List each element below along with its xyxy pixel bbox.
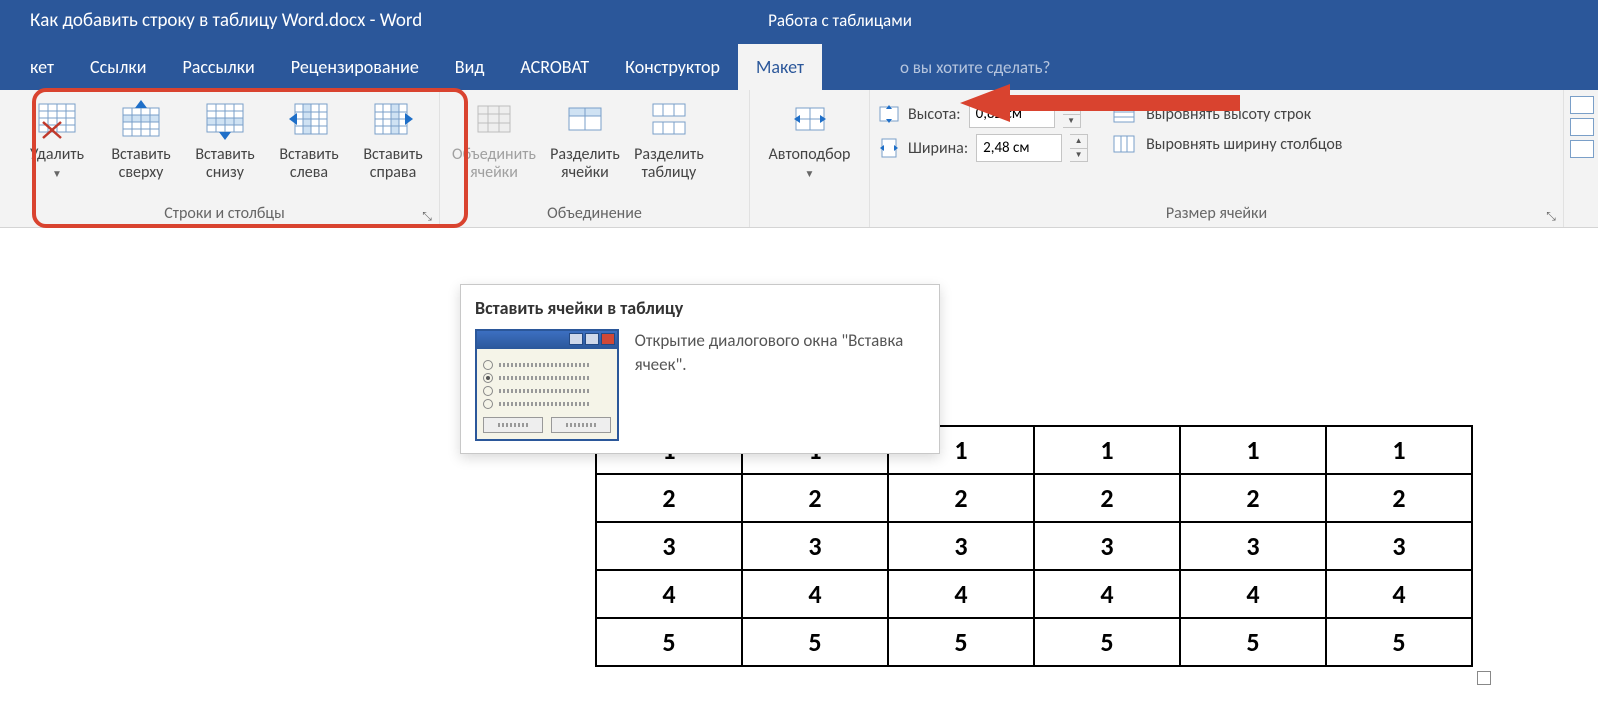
tab-view[interactable]: Вид — [437, 44, 503, 90]
tab-table-design[interactable]: Конструктор — [607, 44, 738, 90]
split-cells-button[interactable]: Разделить ячейки — [546, 96, 624, 186]
dialog-preview-icon — [475, 329, 619, 441]
contextual-tab-title: Работа с таблицами — [740, 0, 940, 40]
table-resize-handle[interactable] — [1477, 671, 1491, 685]
tab-unknown[interactable]: кет — [30, 44, 72, 90]
split-table-button[interactable]: Разделить таблицу — [630, 96, 708, 186]
alignment-mini-group — [1564, 90, 1598, 227]
autofit-icon — [788, 98, 832, 142]
merge-cells-button: Объединить ячейки — [448, 96, 540, 186]
tab-acrobat[interactable]: ACROBAT — [502, 44, 607, 90]
height-label: Высота: — [908, 105, 961, 124]
autofit-button[interactable]: Автоподбор▼ — [760, 96, 860, 186]
table-row: 333333 — [596, 522, 1472, 570]
window-title: Как добавить строку в таблицу Word.docx … — [30, 9, 422, 32]
table-row: 222222 — [596, 474, 1472, 522]
column-width-icon — [878, 137, 900, 159]
width-spinner[interactable]: ▲▼ — [1070, 134, 1088, 162]
tooltip-insert-cells: Вставить ячейки в таблицу Открытие диало… — [460, 284, 940, 454]
group-merge: Объединить ячейки Разделить ячейки — [440, 90, 750, 227]
cell-size-dialog-launcher[interactable]: ⤡ — [1543, 209, 1559, 225]
split-cells-icon — [563, 98, 607, 142]
rows-columns-dialog-launcher[interactable]: ⤡ — [419, 209, 435, 225]
insert-right-button[interactable]: Вставить справа — [354, 96, 432, 186]
width-label: Ширина: — [908, 139, 968, 158]
row-height-icon — [878, 103, 900, 125]
table-row: 555555 — [596, 618, 1472, 666]
group-label-cell-size: Размер ячейки ⤡ — [870, 202, 1563, 227]
insert-row-below-icon — [203, 98, 247, 142]
annotation-arrow — [960, 78, 1240, 128]
insert-column-right-icon — [371, 98, 415, 142]
split-table-icon — [647, 98, 691, 142]
align-top-row[interactable] — [1570, 96, 1594, 114]
tooltip-description: Открытие диалогового окна "Вставка ячеек… — [635, 329, 925, 377]
insert-above-button[interactable]: Вставить сверху — [102, 96, 180, 186]
align-middle-row[interactable] — [1570, 118, 1594, 136]
group-label-rows-columns: Строки и столбцы ⤡ — [10, 202, 439, 227]
tab-references[interactable]: Ссылки — [72, 44, 164, 90]
group-rows-columns: Удалить▼ Вставить сверху — [0, 90, 440, 227]
insert-left-button[interactable]: Вставить слева — [270, 96, 348, 186]
table-row: 444444 — [596, 570, 1472, 618]
document-table-wrap: 111111 222222 333333 444444 555555 — [595, 425, 1473, 667]
document-table[interactable]: 111111 222222 333333 444444 555555 — [595, 425, 1473, 667]
tab-review[interactable]: Рецензирование — [273, 44, 437, 90]
ribbon-tabs: кет Ссылки Рассылки Рецензирование Вид A… — [0, 40, 1598, 90]
distribute-columns-icon — [1112, 134, 1136, 154]
merge-cells-icon — [472, 98, 516, 142]
group-autofit-wrap: Автоподбор▼ — [750, 90, 870, 227]
delete-table-icon — [35, 98, 79, 142]
insert-row-above-icon — [119, 98, 163, 142]
insert-column-left-icon — [287, 98, 331, 142]
tooltip-title: Вставить ячейки в таблицу — [475, 297, 925, 319]
tab-table-layout[interactable]: Макет — [738, 44, 822, 90]
insert-below-button[interactable]: Вставить снизу — [186, 96, 264, 186]
ribbon: Удалить▼ Вставить сверху — [0, 90, 1598, 228]
tab-mailings[interactable]: Рассылки — [164, 44, 272, 90]
group-label-merge: Объединение — [440, 202, 749, 227]
delete-button[interactable]: Удалить▼ — [18, 96, 96, 186]
align-bottom-row[interactable] — [1570, 140, 1594, 158]
width-input[interactable] — [976, 134, 1062, 162]
distribute-columns-button[interactable]: Выровнять ширину столбцов — [1112, 134, 1342, 154]
